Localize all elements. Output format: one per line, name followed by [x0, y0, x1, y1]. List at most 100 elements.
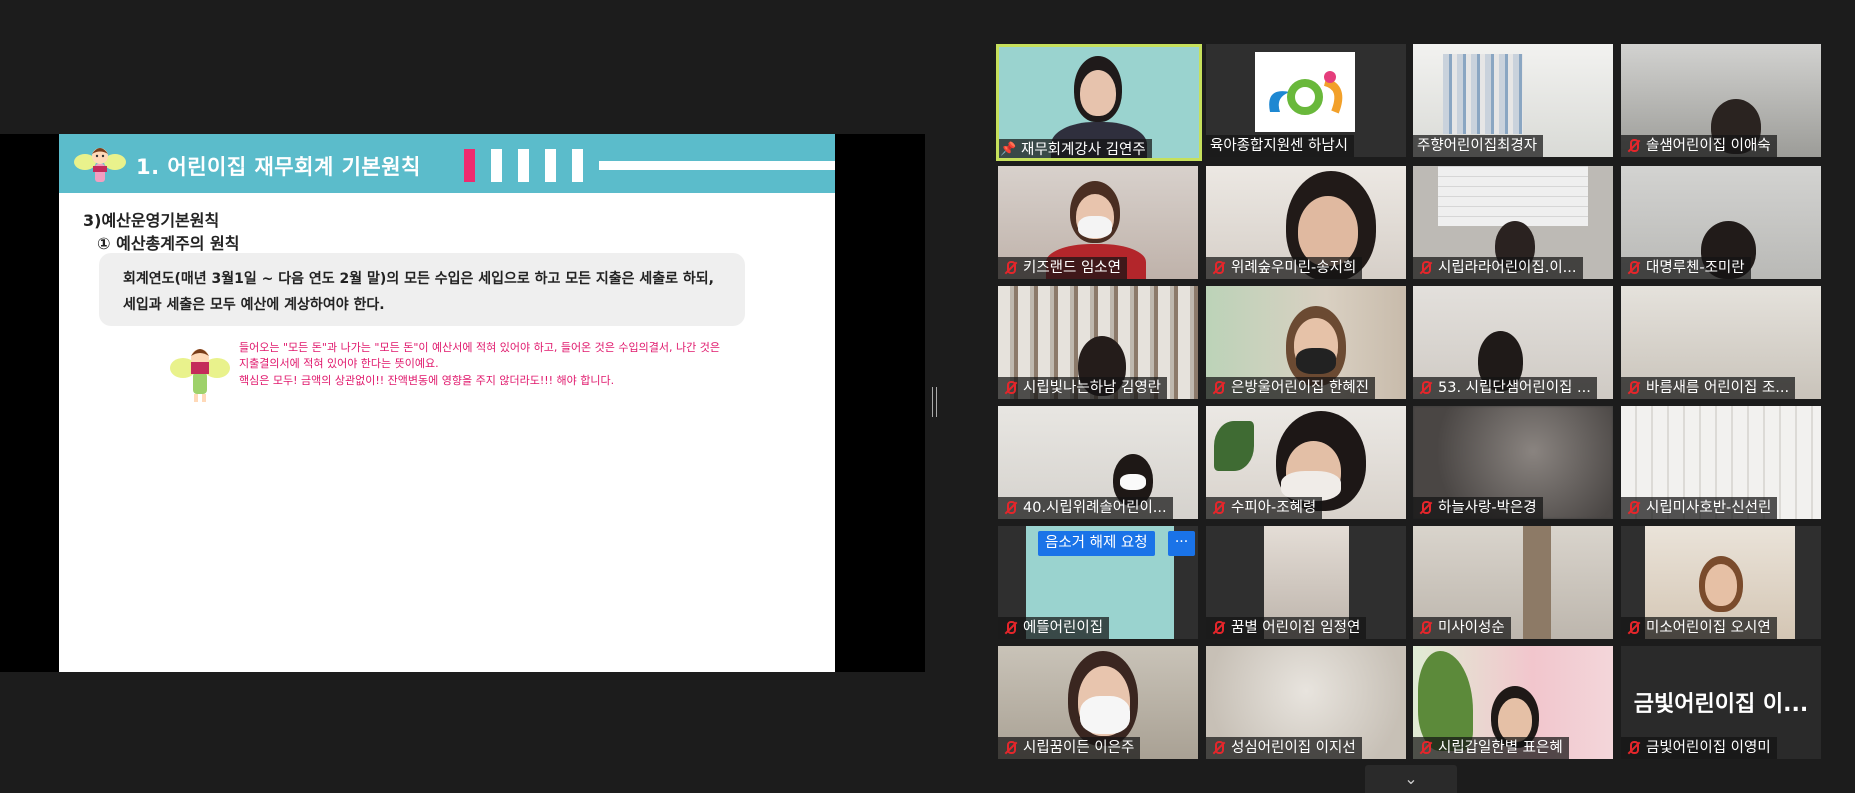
note-text-line2: 지출결의서에 적혀 있어야 한다는 뜻이예요.: [239, 357, 439, 370]
participant-name-label: 위례숲우미린-송지희: [1206, 257, 1363, 279]
fairy-reading-icon: [170, 349, 230, 402]
participant-name-label: 시립빛나는하남 김영란: [998, 377, 1168, 399]
video-tile[interactable]: 시립라라어린이집.이...: [1413, 166, 1613, 279]
muted-mic-icon: [1625, 500, 1641, 516]
rule-text-line1: 회계연도(매년 3월1일 ~ 다음 연도 2월 말)의 모든 수입은 세입으로 …: [123, 271, 714, 287]
face-mask: [1080, 696, 1130, 734]
video-tile[interactable]: 시립미사호반-신선린: [1621, 406, 1821, 519]
participant-name-label: 수피아-조혜령: [1206, 497, 1323, 519]
rule-box: 회계연도(매년 3월1일 ~ 다음 연도 2월 말)의 모든 수입은 세입으로 …: [99, 253, 745, 326]
shared-screen[interactable]: 1. 어린이집 재무회계 기본원칙 3)예산운영기본원칙 ① 예산총계주의 원칙…: [0, 134, 925, 672]
white-bar-decoration: [491, 149, 502, 182]
slide-title: 1. 어린이집 재무회계 기본원칙: [136, 155, 421, 179]
video-tile[interactable]: 은방울어린이집 한혜진: [1206, 286, 1406, 399]
muted-mic-icon: [1002, 500, 1018, 516]
door: [1523, 526, 1551, 639]
participant-name-label: 에뜰어린이집: [998, 617, 1110, 639]
rule-text-line2: 세입과 세출은 모두 예산에 계상하여야 한다.: [123, 297, 385, 313]
muted-mic-icon: [1210, 740, 1226, 756]
participant-name-label: 대명루첸-조미란: [1621, 257, 1751, 279]
participant-name-label: 시립꿈이든 이은주: [998, 737, 1141, 759]
video-tile[interactable]: 시립빛나는하남 김영란: [998, 286, 1198, 399]
participant-display-name: 금빛어린이집 이...: [1633, 692, 1809, 717]
muted-mic-icon: [1210, 260, 1226, 276]
pink-bar-decoration: [464, 149, 475, 182]
muted-mic-icon: [1002, 740, 1018, 756]
muted-mic-icon: [1625, 740, 1641, 756]
participant-name-label: 주향어린이집최경자: [1413, 135, 1544, 157]
pin-icon: 📌: [1000, 142, 1017, 157]
video-tile-no-video[interactable]: 금빛어린이집 이... 금빛어린이집 이영미: [1621, 646, 1821, 759]
muted-mic-icon: [1002, 380, 1018, 396]
muted-mic-icon: [1625, 620, 1641, 636]
muted-mic-icon: [1417, 380, 1433, 396]
header-line-decoration: [599, 161, 835, 170]
muted-mic-icon: [1210, 620, 1226, 636]
participant-name-label: 시립미사호반-신선린: [1621, 497, 1778, 519]
muted-mic-icon: [1417, 740, 1433, 756]
video-tile[interactable]: 시립꿈이든 이은주: [998, 646, 1198, 759]
video-tile[interactable]: 미소어린이집 오시연: [1621, 526, 1821, 639]
bookshelf: [1443, 54, 1523, 134]
subsection-heading: ① 예산총계주의 원칙: [97, 234, 240, 253]
fairy-mascot-icon: [74, 148, 126, 182]
video-tile[interactable]: 위례숲우미린-송지희: [1206, 166, 1406, 279]
video-tile-active-speaker[interactable]: 📌 재무회계강사 김연주: [996, 44, 1202, 161]
muted-mic-icon: [1625, 260, 1641, 276]
face: [1498, 698, 1532, 742]
muted-mic-icon: [1625, 138, 1641, 154]
participant-name-label: 성심어린이집 이지선: [1206, 737, 1362, 759]
face-mask: [1296, 348, 1336, 374]
face-mask: [1078, 216, 1112, 238]
participant-name-label: 바름새름 어린이집 조...: [1621, 377, 1796, 399]
participant-name-label: 하늘사랑-박은경: [1413, 497, 1543, 519]
note-text-line1: 들어오는 "모든 돈"과 나가는 "모든 돈"이 예산서에 적혀 있어야 하고,…: [239, 341, 720, 354]
plant: [1214, 421, 1254, 471]
more-options-button[interactable]: ···: [1168, 531, 1195, 556]
muted-mic-icon: [1625, 380, 1641, 396]
video-tile[interactable]: 40.시립위례솔어린이...: [998, 406, 1198, 519]
participant-name-label: 시립라라어린이집.이...: [1413, 257, 1583, 279]
muted-mic-icon: [1210, 380, 1226, 396]
participant-name-label: 솔샘어린이집 이애숙: [1621, 135, 1777, 157]
participant-name-label: 미사이성순: [1413, 617, 1511, 639]
video-tile[interactable]: 성심어린이집 이지선: [1206, 646, 1406, 759]
video-tile[interactable]: 대명루첸-조미란: [1621, 166, 1821, 279]
white-bar-decoration: [518, 149, 529, 182]
muted-mic-icon: [1002, 260, 1018, 276]
video-tile[interactable]: 솔샘어린이집 이애숙: [1621, 44, 1821, 157]
video-tile[interactable]: 주향어린이집최경자: [1413, 44, 1613, 157]
muted-mic-icon: [1417, 620, 1433, 636]
presentation-slide: 1. 어린이집 재무회계 기본원칙 3)예산운영기본원칙 ① 예산총계주의 원칙…: [59, 134, 835, 672]
face: [1080, 70, 1116, 116]
brick-wall: [1438, 166, 1588, 226]
video-tile[interactable]: 꿈별 어린이집 임정연: [1206, 526, 1406, 639]
video-tile[interactable]: 하늘사랑-박은경: [1413, 406, 1613, 519]
muted-mic-icon: [1417, 500, 1433, 516]
participant-name-label: 미소어린이집 오시연: [1621, 617, 1777, 639]
video-tile[interactable]: 바름새름 어린이집 조...: [1621, 286, 1821, 399]
request-unmute-button[interactable]: 음소거 해제 요청: [1038, 531, 1155, 556]
participant-name-label: 키즈랜드 임소연: [998, 257, 1127, 279]
scroll-down-chevron-icon[interactable]: ⌄: [1365, 765, 1457, 793]
face: [1705, 564, 1737, 606]
logo-icon: [1269, 71, 1343, 115]
participant-name-label: 금빛어린이집 이영미: [1621, 737, 1777, 759]
face: [1298, 196, 1358, 266]
white-bar-decoration: [545, 149, 556, 182]
participant-name-label: 53. 시립단샘어린이집 ...: [1413, 377, 1597, 399]
panel-resize-handle[interactable]: [932, 387, 937, 417]
note-text-line3: 핵심은 모두! 금액의 상관없이!! 잔액변동에 영향을 주지 않더라도!!! …: [239, 374, 615, 387]
video-tile[interactable]: 시립갑일한별 표은혜: [1413, 646, 1613, 759]
video-tile[interactable]: 53. 시립단샘어린이집 ...: [1413, 286, 1613, 399]
video-tile[interactable]: 수피아-조혜령: [1206, 406, 1406, 519]
participant-name-label: 📌 재무회계강사 김연주: [996, 139, 1152, 161]
slide-header: 1. 어린이집 재무회계 기본원칙: [59, 134, 835, 193]
video-tile[interactable]: 미사이성순: [1413, 526, 1613, 639]
video-tile[interactable]: 키즈랜드 임소연: [998, 166, 1198, 279]
face-mask: [1120, 474, 1146, 490]
muted-mic-icon: [1210, 500, 1226, 516]
muted-mic-icon: [1002, 620, 1018, 636]
center-logo: [1255, 52, 1355, 132]
video-tile[interactable]: 육아종합지원센 하남시: [1206, 44, 1406, 157]
